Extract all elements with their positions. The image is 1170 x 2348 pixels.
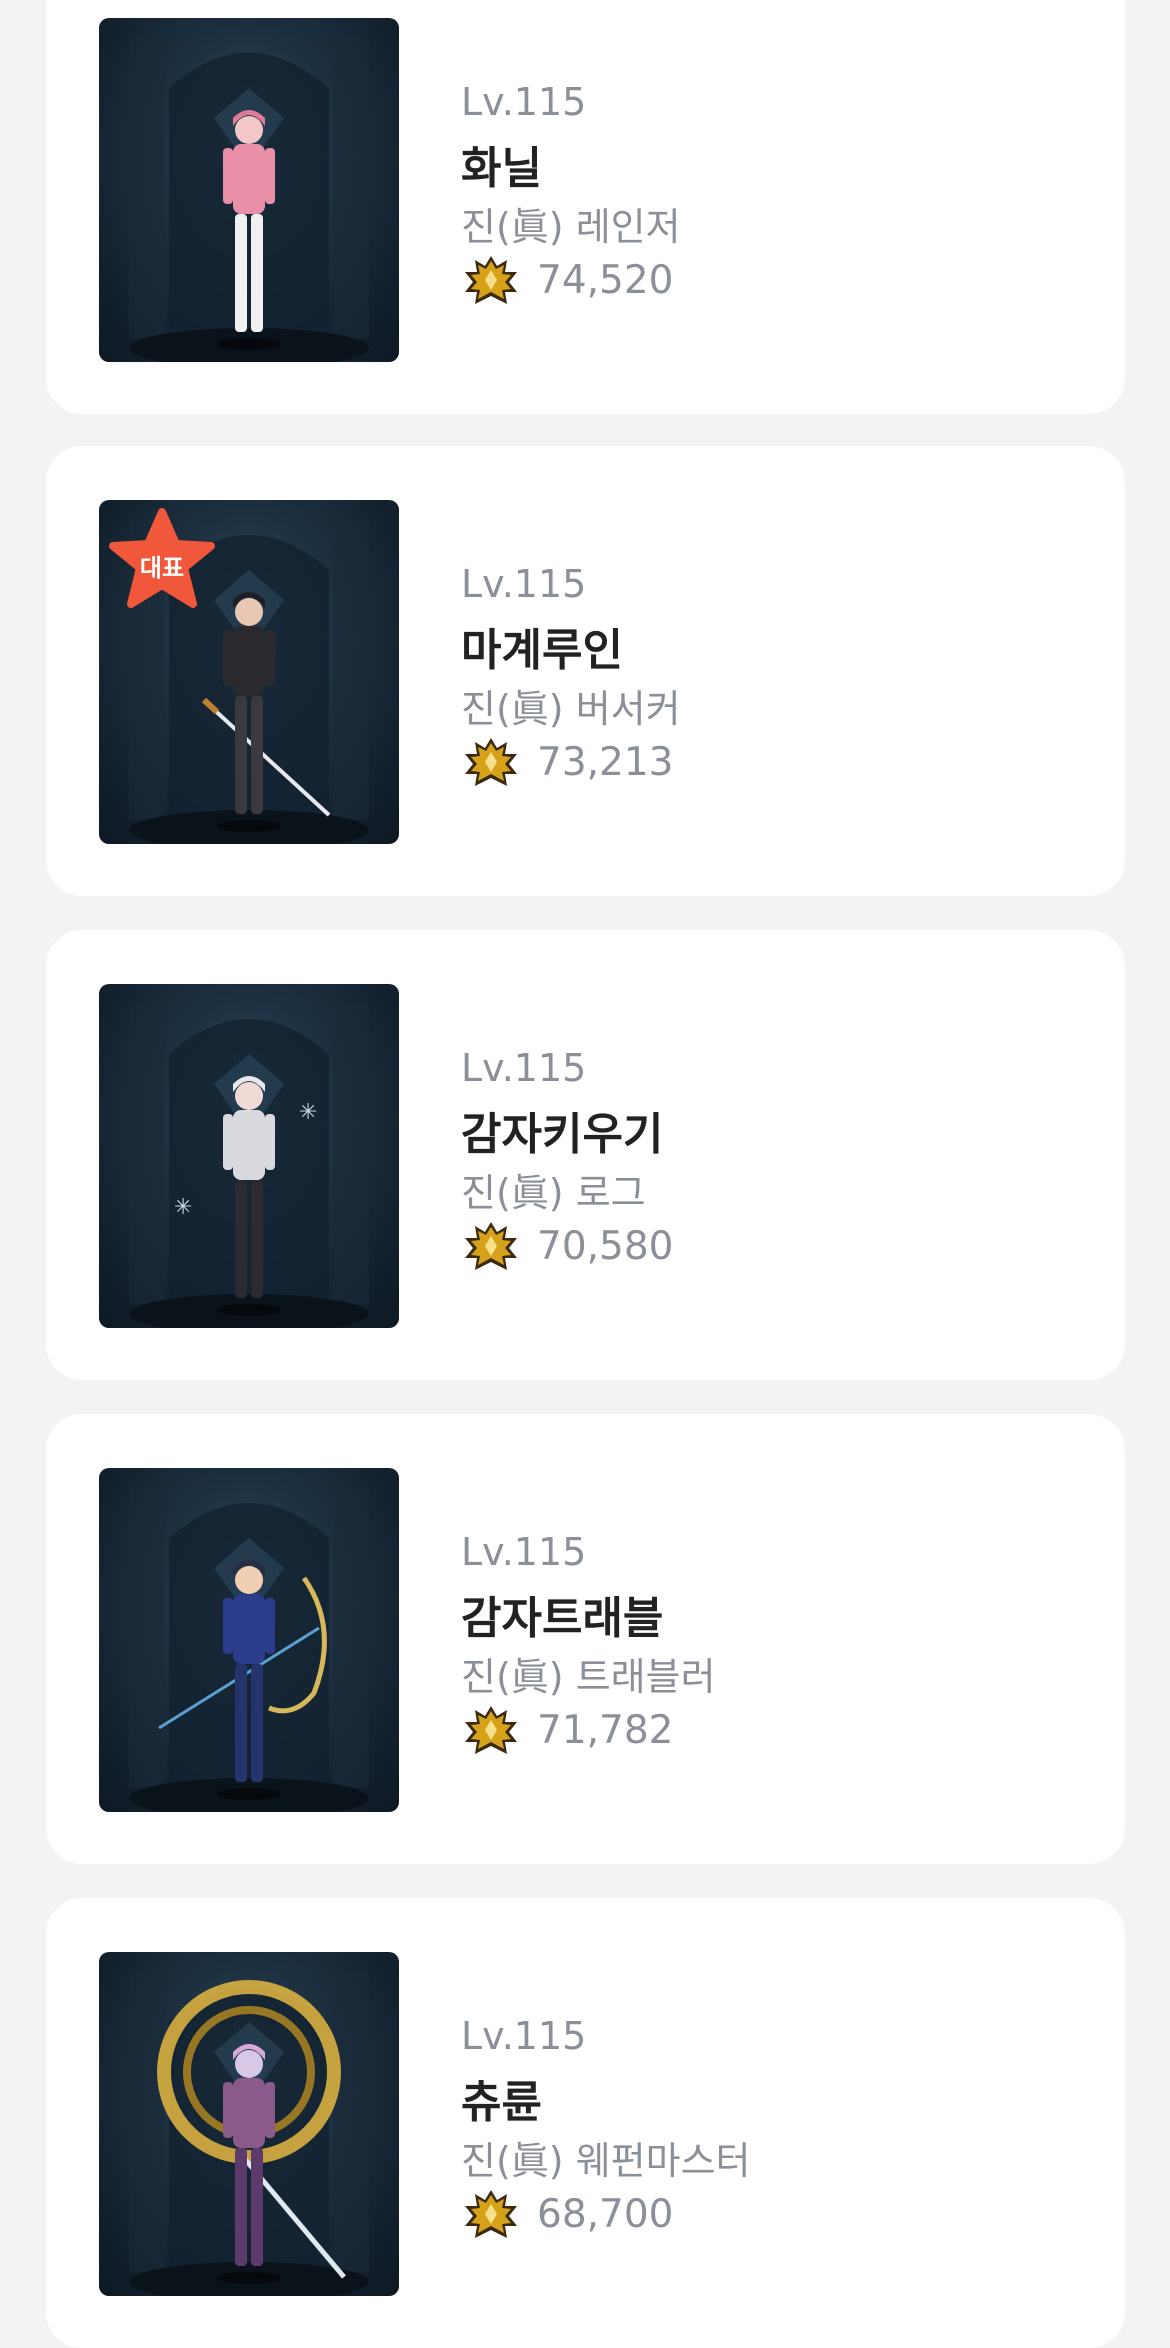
character-portrait: [99, 1952, 399, 2296]
character-name: 마계루인: [461, 625, 623, 676]
character-portrait: [99, 1468, 399, 1812]
character-portrait: [99, 18, 399, 362]
character-card[interactable]: ✳ ✳ Lv.115 감자키우기 진(眞) 로그 70,580: [46, 930, 1125, 1380]
character-card[interactable]: 대표 Lv.115 마계루인진(眞) 버서커 73,213: [46, 446, 1125, 896]
character-portrait: ✳ ✳: [99, 984, 399, 1328]
character-portrait: 대표: [99, 500, 399, 844]
character-level: Lv.115: [461, 1530, 587, 1574]
character-power-row: 73,213: [461, 732, 673, 792]
character-power-row: 70,580: [461, 1216, 673, 1276]
character-job: 진(眞) 버서커: [461, 687, 681, 731]
character-power-row: 71,782: [461, 1700, 673, 1760]
character-job: 진(眞) 로그: [461, 1171, 646, 1215]
character-job: 진(眞) 트래블러: [461, 1655, 716, 1699]
character-level: Lv.115: [461, 1046, 587, 1090]
character-name: 츄륜: [461, 2077, 542, 2128]
character-card[interactable]: Lv.115 감자트래블진(眞) 트래블러 71,782: [46, 1414, 1125, 1864]
crest-icon: [461, 2186, 521, 2242]
crest-icon: [461, 734, 521, 790]
character-level: Lv.115: [461, 562, 587, 606]
crest-icon: [461, 1218, 521, 1274]
character-level: Lv.115: [461, 80, 587, 124]
character-power: 70,580: [537, 1223, 674, 1269]
character-power: 74,520: [537, 257, 674, 303]
svg-text:✳: ✳: [299, 1100, 317, 1125]
character-list: Lv.115 화닐진(眞) 레인저 74,520 대표 Lv.115 마계루인진(眞) 버…: [0, 0, 1170, 2348]
character-level: Lv.115: [461, 2014, 587, 2058]
representative-badge-label: 대표: [139, 554, 185, 582]
representative-badge: 대표: [107, 508, 217, 616]
character-power: 68,700: [537, 2191, 674, 2237]
character-power: 71,782: [537, 1707, 674, 1753]
character-card[interactable]: Lv.115 츄륜진(眞) 웨펀마스터 68,700: [46, 1898, 1125, 2348]
character-power: 73,213: [537, 739, 674, 785]
character-power-row: 74,520: [461, 250, 673, 310]
crest-icon: [461, 1702, 521, 1758]
character-name: 화닐: [461, 143, 542, 194]
svg-text:✳: ✳: [174, 1195, 192, 1220]
character-name: 감자키우기: [461, 1109, 664, 1160]
character-card[interactable]: Lv.115 화닐진(眞) 레인저 74,520: [46, 0, 1125, 414]
character-job: 진(眞) 웨펀마스터: [461, 2139, 751, 2183]
crest-icon: [461, 252, 521, 308]
character-job: 진(眞) 레인저: [461, 205, 681, 249]
character-power-row: 68,700: [461, 2184, 673, 2244]
character-name: 감자트래블: [461, 1593, 664, 1644]
